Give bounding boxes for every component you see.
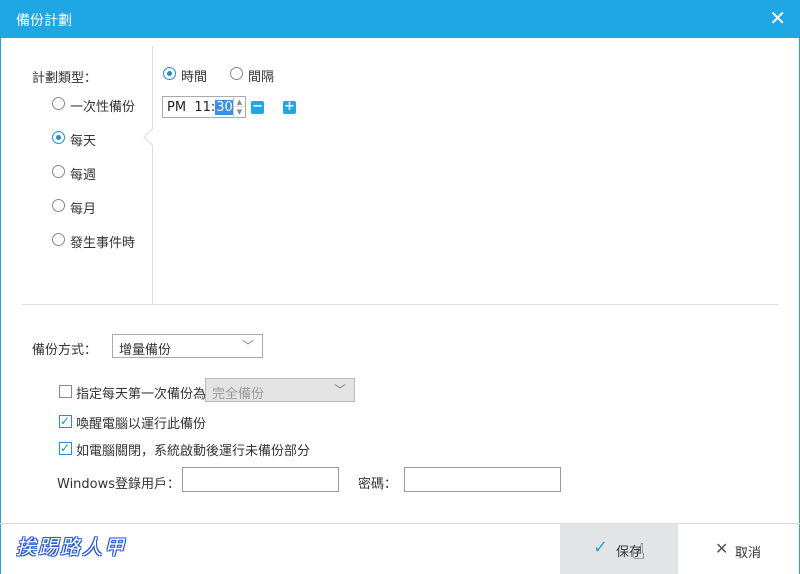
radio-daily-label[interactable]: 每天 [70,130,96,149]
first-daily-value: 完全備份 [212,387,265,402]
remove-time-button[interactable]: − [251,100,264,114]
password-input[interactable] [404,467,561,492]
selection-pointer [143,128,161,146]
run-missed-checkbox[interactable] [59,441,72,455]
password-label: 密碼： [358,477,398,492]
title-bar: 備份計劃 ✕ [0,0,800,38]
spin-down-icon[interactable]: ▼ [234,107,245,117]
wake-label[interactable]: 喚醒電腦以運行此備份 [76,413,206,432]
radio-time[interactable] [163,67,176,80]
time-ampm: PM [167,100,187,115]
radio-event-label[interactable]: 發生事件時 [70,232,135,251]
chevron-down-icon: ﹀ [333,383,346,397]
backup-method-label: 備份方式： [32,343,98,358]
time-text: PM 11:30 [167,100,234,115]
time-picker[interactable]: PM 11:30 ▲ ▼ [162,96,246,118]
radio-once[interactable] [52,97,65,110]
wake-checkbox[interactable] [59,414,72,428]
hand-cursor-icon: ☝ [632,540,646,565]
time-minute[interactable]: 30 [215,100,234,115]
time-spinner[interactable]: ▲ ▼ [233,97,245,117]
windows-user-input[interactable] [182,467,339,492]
cancel-label: 取消 [735,546,762,561]
radio-weekly-label[interactable]: 每週 [70,164,96,183]
first-daily-label[interactable]: 指定每天第一次備份為 [76,383,206,402]
backup-method-value: 增量備份 [119,343,172,358]
radio-weekly[interactable] [52,165,65,178]
radio-once-label[interactable]: 一次性備份 [70,96,135,115]
radio-interval[interactable] [230,67,243,80]
footer-divider [0,523,800,524]
backup-method-select[interactable]: 增量備份 ﹀ [112,334,263,358]
add-time-button[interactable]: + [283,100,296,114]
close-icon: ✕ [715,539,729,558]
radio-daily[interactable] [52,131,65,144]
radio-event[interactable] [52,233,65,246]
window-title: 備份計劃 [16,13,72,29]
check-icon: ✓ [593,537,609,558]
run-missed-label[interactable]: 如電腦關閉，系統啟動後運行未備份部分 [76,440,310,459]
radio-interval-label[interactable]: 間隔 [248,66,274,85]
save-button[interactable]: ✓ 保存 [560,524,678,574]
panel-divider [152,46,153,304]
chevron-down-icon: ﹀ [241,339,254,353]
radio-monthly[interactable] [52,199,65,212]
time-hour: 11 [194,100,211,115]
watermark-text: 挨踢路人甲 [16,535,126,559]
spin-up-icon[interactable]: ▲ [234,97,245,107]
section-divider [22,304,778,305]
window-border-left [0,38,1,574]
windows-user-label: Windows登錄用戶： [57,477,181,492]
first-daily-select: 完全備份 ﹀ [205,378,355,402]
radio-time-label[interactable]: 時間 [181,66,207,85]
radio-monthly-label[interactable]: 每月 [70,198,96,217]
cancel-button[interactable]: ✕ 取消 [700,524,800,574]
first-daily-checkbox[interactable] [59,385,72,398]
close-icon[interactable]: ✕ [769,6,786,30]
schedule-type-label: 計劃類型： [32,71,98,86]
